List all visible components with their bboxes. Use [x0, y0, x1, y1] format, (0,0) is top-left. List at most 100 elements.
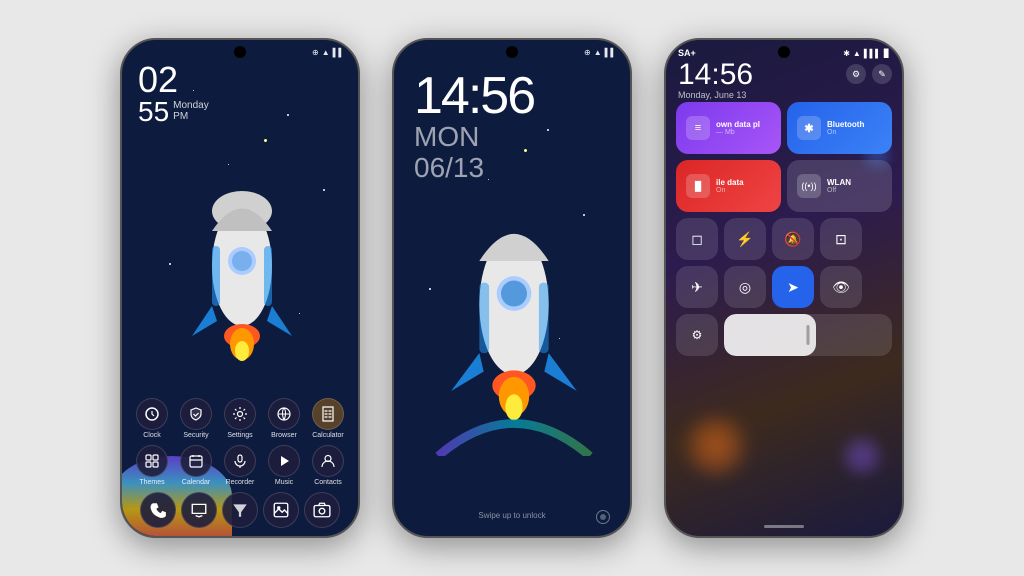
lockscreen-camera-button[interactable] [596, 510, 610, 524]
signal-icon-2: ▲ [594, 48, 602, 57]
wifi-icon: ((•)) [797, 174, 821, 198]
app-music[interactable]: Music [264, 445, 304, 486]
brightness-icon: ⚙ [676, 314, 718, 356]
lockscreen-date: 06/13 [414, 153, 534, 184]
dock-gallery[interactable] [263, 492, 299, 528]
tile-bluetooth[interactable]: ✱ Bluetooth On [787, 102, 892, 154]
app-icon-calendar[interactable] [180, 445, 212, 477]
mobile-data-icon: ▐▌ [686, 174, 710, 198]
battery-icon: ▌▌ [333, 48, 344, 57]
bars-icon: ▌▌▌ [864, 49, 881, 58]
swipe-hint: Swipe up to unlock [478, 511, 545, 520]
tile-mute[interactable]: 🔕 [772, 218, 814, 260]
tile-screen-record[interactable]: ◻ [676, 218, 718, 260]
tile-data-plan[interactable]: ≡ own data pl — Mb [676, 102, 781, 154]
app-grid: Clock Security Settings [122, 398, 358, 492]
app-themes[interactable]: Themes [132, 445, 172, 486]
brightness-thumb [807, 325, 810, 345]
tiles-row-1: ≡ own data pl — Mb ✱ Bluetooth On [676, 102, 892, 154]
camera-notch [234, 46, 246, 58]
carrier-label: SA+ [678, 48, 696, 58]
tile-airplane[interactable]: ✈ [676, 266, 718, 308]
cc-date-display: Monday, June 13 [678, 90, 753, 100]
settings-gear-icon[interactable]: ⚙ [846, 64, 866, 84]
edit-icon[interactable]: ✎ [872, 64, 892, 84]
tiles-row-4: ✈ ◎ ➤ 👁 [676, 266, 892, 308]
rocket-illustration [162, 176, 322, 396]
app-browser[interactable]: Browser [264, 398, 304, 439]
bluetooth-status-icon: ✱ [843, 49, 850, 58]
app-recorder[interactable]: Recorder [220, 445, 260, 486]
app-calculator[interactable]: Calculator [308, 398, 348, 439]
app-security[interactable]: Security [176, 398, 216, 439]
tiles-row-2: ▐▌ ile data On ((•)) WLAN Off [676, 160, 892, 212]
brightness-slider[interactable] [724, 314, 892, 356]
app-icon-calculator[interactable] [312, 398, 344, 430]
data-plan-icon: ≡ [686, 116, 710, 140]
control-tiles: ≡ own data pl — Mb ✱ Bluetooth On [676, 102, 892, 360]
tile-dnd[interactable]: ◎ [724, 266, 766, 308]
cc-time-display: 14:56 [678, 60, 753, 90]
app-icon-music[interactable] [268, 445, 300, 477]
lockscreen-time: 14:56 MON 06/13 [414, 70, 534, 184]
status-icons: ⊕ ▲ ▌▌ [312, 48, 344, 57]
tile-screenshot[interactable]: ⊡ [820, 218, 862, 260]
bluetooth-text: Bluetooth On [827, 120, 882, 136]
dock-phone[interactable] [140, 492, 176, 528]
phone-lockscreen: ⊕ ▲ ▌▌ 14:56 MON 06/13 [392, 38, 632, 538]
dock-filter[interactable] [222, 492, 258, 528]
status-icons-3: ✱ ▲ ▌▌▌ ▊ [843, 49, 890, 58]
control-center-time: 14:56 Monday, June 13 [678, 60, 753, 100]
bg-orb-purple [842, 436, 882, 476]
wlan-text: WLAN Off [827, 178, 882, 194]
tiles-row-3: ◻ ⚡ 🔕 ⊡ [676, 218, 892, 260]
battery-status-icon: ▊ [884, 49, 890, 58]
lockscreen-day: MON [414, 122, 534, 153]
app-row-2: Themes Calendar Recorder [130, 445, 350, 486]
home-clock: 02 55 Monday PM [138, 62, 209, 126]
app-settings[interactable]: Settings [220, 398, 260, 439]
app-icon-recorder[interactable] [224, 445, 256, 477]
home-indicator[interactable] [764, 525, 804, 528]
signal-icon: ▲ [322, 48, 330, 57]
app-icon-themes[interactable] [136, 445, 168, 477]
lockscreen-rocket [424, 196, 604, 456]
clock-day: Monday PM [173, 100, 209, 122]
phone-control-center: SA+ ✱ ▲ ▌▌▌ ▊ 14:56 Monday, June 13 ⚙ ✎ … [664, 38, 904, 538]
dock-camera[interactable] [304, 492, 340, 528]
tile-eye-protection[interactable]: 👁 [820, 266, 862, 308]
app-clock[interactable]: Clock [132, 398, 172, 439]
dock-messages[interactable] [181, 492, 217, 528]
brightness-fill [724, 314, 816, 356]
tile-wlan[interactable]: ((•)) WLAN Off [787, 160, 892, 212]
brightness-row: ⚙ [676, 314, 892, 356]
camera-notch-2 [506, 46, 518, 58]
app-icon-security[interactable] [180, 398, 212, 430]
tile-torch[interactable]: ⚡ [724, 218, 766, 260]
tile-location[interactable]: ➤ [772, 266, 814, 308]
app-icon-contacts[interactable] [312, 445, 344, 477]
camera-notch-3 [778, 46, 790, 58]
dock [122, 492, 358, 528]
signal-status-icon: ▲ [853, 49, 861, 58]
battery-icon-2: ▌▌ [605, 48, 616, 57]
notification-icon: ⊕ [312, 48, 319, 57]
status-icons-2: ⊕ ▲ ▌▌ [584, 48, 616, 57]
app-icon-settings[interactable] [224, 398, 256, 430]
notification-icon-2: ⊕ [584, 48, 591, 57]
app-icon-browser[interactable] [268, 398, 300, 430]
lockscreen-hours-minutes: 14:56 [414, 70, 534, 122]
tile-mobile-data[interactable]: ▐▌ ile data On [676, 160, 781, 212]
app-icon-clock[interactable] [136, 398, 168, 430]
cc-top-actions: ⚙ ✎ [846, 64, 892, 84]
app-calendar[interactable]: Calendar [176, 445, 216, 486]
bg-orb-orange [686, 416, 746, 476]
mobile-data-text: ile data On [716, 178, 771, 194]
bluetooth-icon: ✱ [797, 116, 821, 140]
app-row-1: Clock Security Settings [130, 398, 350, 439]
clock-hour: 02 [138, 62, 209, 98]
phone-home: ⊕ ▲ ▌▌ 02 55 Monday PM [120, 38, 360, 538]
data-plan-text: own data pl — Mb [716, 120, 771, 136]
clock-minutes: 55 [138, 98, 169, 126]
app-contacts[interactable]: Contacts [308, 445, 348, 486]
